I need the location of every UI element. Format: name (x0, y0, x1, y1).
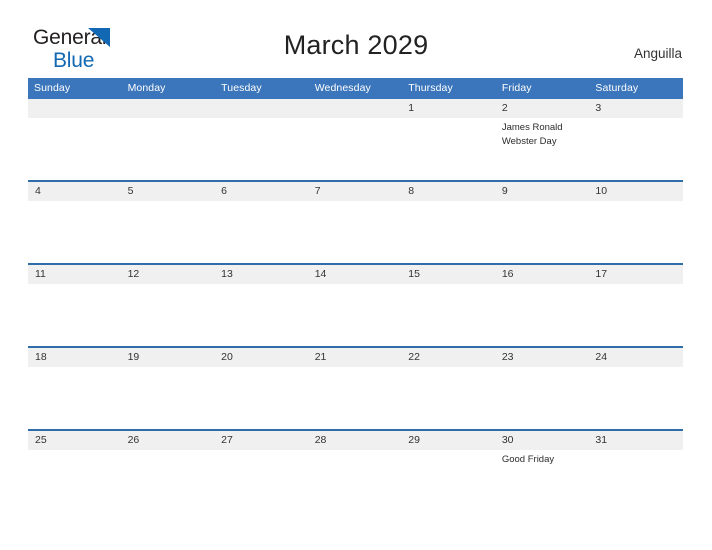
calendar-week-row: 1 2 James Ronald Webster Day 3 (28, 99, 683, 180)
week-grid: 1 2 James Ronald Webster Day 3 (28, 99, 683, 180)
weekday-header-wednesday: Wednesday (314, 82, 371, 94)
weekday-header-thursday: Thursday (408, 82, 453, 94)
day-number: 23 (495, 348, 590, 367)
day-number (121, 99, 216, 118)
day-events: Good Friday (496, 450, 590, 467)
page-title: March 2029 (283, 30, 429, 60)
day-number: 30 (495, 431, 590, 450)
day-cell-1[interactable]: 1 (402, 99, 496, 180)
day-cell-21[interactable]: 21 (308, 348, 403, 429)
day-number: 28 (308, 431, 403, 450)
day-cell-29[interactable]: 29 (402, 431, 496, 512)
day-cell-15[interactable]: 15 (402, 265, 496, 346)
day-number: 25 (28, 431, 122, 450)
calendar-week-row: 18 19 20 21 22 23 24 (28, 346, 683, 429)
day-number: 11 (28, 265, 122, 284)
day-number: 18 (28, 348, 122, 367)
day-cell-17[interactable]: 17 (589, 265, 683, 346)
day-cell-24[interactable]: 24 (589, 348, 683, 429)
day-cell-11[interactable]: 11 (28, 265, 122, 346)
day-cell-26[interactable]: 26 (121, 431, 216, 512)
day-number: 22 (402, 348, 496, 367)
day-number: 31 (589, 431, 683, 450)
event-label: Webster Day (501, 135, 557, 147)
day-number: 17 (589, 265, 683, 284)
day-number: 26 (121, 431, 216, 450)
day-number: 9 (495, 182, 590, 201)
weekday-header-monday: Monday (127, 82, 166, 94)
day-number: 20 (215, 348, 309, 367)
day-number: 19 (121, 348, 216, 367)
weekday-header-friday: Friday (501, 82, 532, 94)
day-number: 16 (495, 265, 590, 284)
day-cell-empty (215, 99, 309, 180)
week-grid: 18 19 20 21 22 23 24 (28, 348, 683, 429)
day-cell-8[interactable]: 8 (402, 182, 496, 263)
day-cell-30[interactable]: 30 Good Friday (495, 431, 590, 512)
day-cell-empty (121, 99, 216, 180)
day-cell-empty (308, 99, 403, 180)
day-cell-25[interactable]: 25 (28, 431, 122, 512)
week-grid: 4 5 6 7 8 9 10 (28, 182, 683, 263)
day-cell-27[interactable]: 27 (215, 431, 309, 512)
day-cell-7[interactable]: 7 (308, 182, 403, 263)
day-cell-10[interactable]: 10 (589, 182, 683, 263)
day-cell-9[interactable]: 9 (495, 182, 590, 263)
day-number: 8 (402, 182, 496, 201)
day-cell-18[interactable]: 18 (28, 348, 122, 429)
calendar-week-row: 4 5 6 7 8 9 10 (28, 180, 683, 263)
day-number: 29 (402, 431, 496, 450)
page-header: General Blue March 2029 Anguilla (0, 0, 712, 71)
week-grid: 25 26 27 28 29 30 Good Friday 31 (28, 431, 683, 512)
day-number: 27 (215, 431, 309, 450)
day-cell-23[interactable]: 23 (495, 348, 590, 429)
week-grid: 11 12 13 14 15 16 17 (28, 265, 683, 346)
calendar-weeks: 1 2 James Ronald Webster Day 3 4 5 6 7 8 9 10 11 12 13… (28, 99, 683, 512)
day-number: 1 (402, 99, 496, 118)
weekday-header-sunday: Sunday (34, 82, 71, 94)
day-number (28, 99, 122, 118)
day-number: 15 (402, 265, 496, 284)
day-cell-31[interactable]: 31 (589, 431, 683, 512)
day-number: 21 (308, 348, 403, 367)
calendar-week-row: 11 12 13 14 15 16 17 (28, 263, 683, 346)
day-number: 3 (589, 99, 683, 118)
day-cell-16[interactable]: 16 (495, 265, 590, 346)
day-cell-12[interactable]: 12 (121, 265, 216, 346)
event-label: James Ronald (501, 122, 563, 133)
day-number (215, 99, 309, 118)
weekday-header-row: Sunday Monday Tuesday Wednesday Thursday Frid… (28, 78, 683, 99)
day-number: 10 (589, 182, 683, 201)
day-cell-20[interactable]: 20 (215, 348, 309, 429)
day-cell-4[interactable]: 4 (28, 182, 122, 263)
day-number: 12 (121, 265, 216, 284)
weekday-header-tuesday: Tuesday (221, 82, 262, 94)
day-cell-19[interactable]: 19 (121, 348, 216, 429)
day-cell-5[interactable]: 5 (121, 182, 216, 263)
day-number (308, 99, 403, 118)
day-cell-6[interactable]: 6 (215, 182, 309, 263)
day-number: 4 (28, 182, 122, 201)
day-cell-empty (28, 99, 122, 180)
day-number: 6 (215, 182, 309, 201)
day-cell-14[interactable]: 14 (308, 265, 403, 346)
day-number: 5 (121, 182, 216, 201)
calendar-week-row: 25 26 27 28 29 30 Good Friday 31 (28, 429, 683, 512)
weekday-header-saturday: Saturday (595, 82, 639, 94)
event-label: Good Friday (501, 454, 555, 465)
day-cell-22[interactable]: 22 (402, 348, 496, 429)
day-number: 13 (215, 265, 309, 284)
region-label: Anguilla (633, 46, 682, 61)
day-number: 7 (308, 182, 403, 201)
day-cell-2[interactable]: 2 James Ronald Webster Day (495, 99, 590, 180)
day-number: 24 (589, 348, 683, 367)
day-cell-3[interactable]: 3 (589, 99, 683, 180)
calendar-grid: Sunday Monday Tuesday Wednesday Thursday Frid… (28, 78, 683, 512)
day-cell-13[interactable]: 13 (215, 265, 309, 346)
day-events: James Ronald Webster Day (496, 118, 590, 149)
day-number: 14 (308, 265, 403, 284)
day-cell-28[interactable]: 28 (308, 431, 403, 512)
calendar-page: { "brand": { "line1": "General", "line2"… (0, 0, 712, 550)
day-number: 2 (495, 99, 590, 118)
